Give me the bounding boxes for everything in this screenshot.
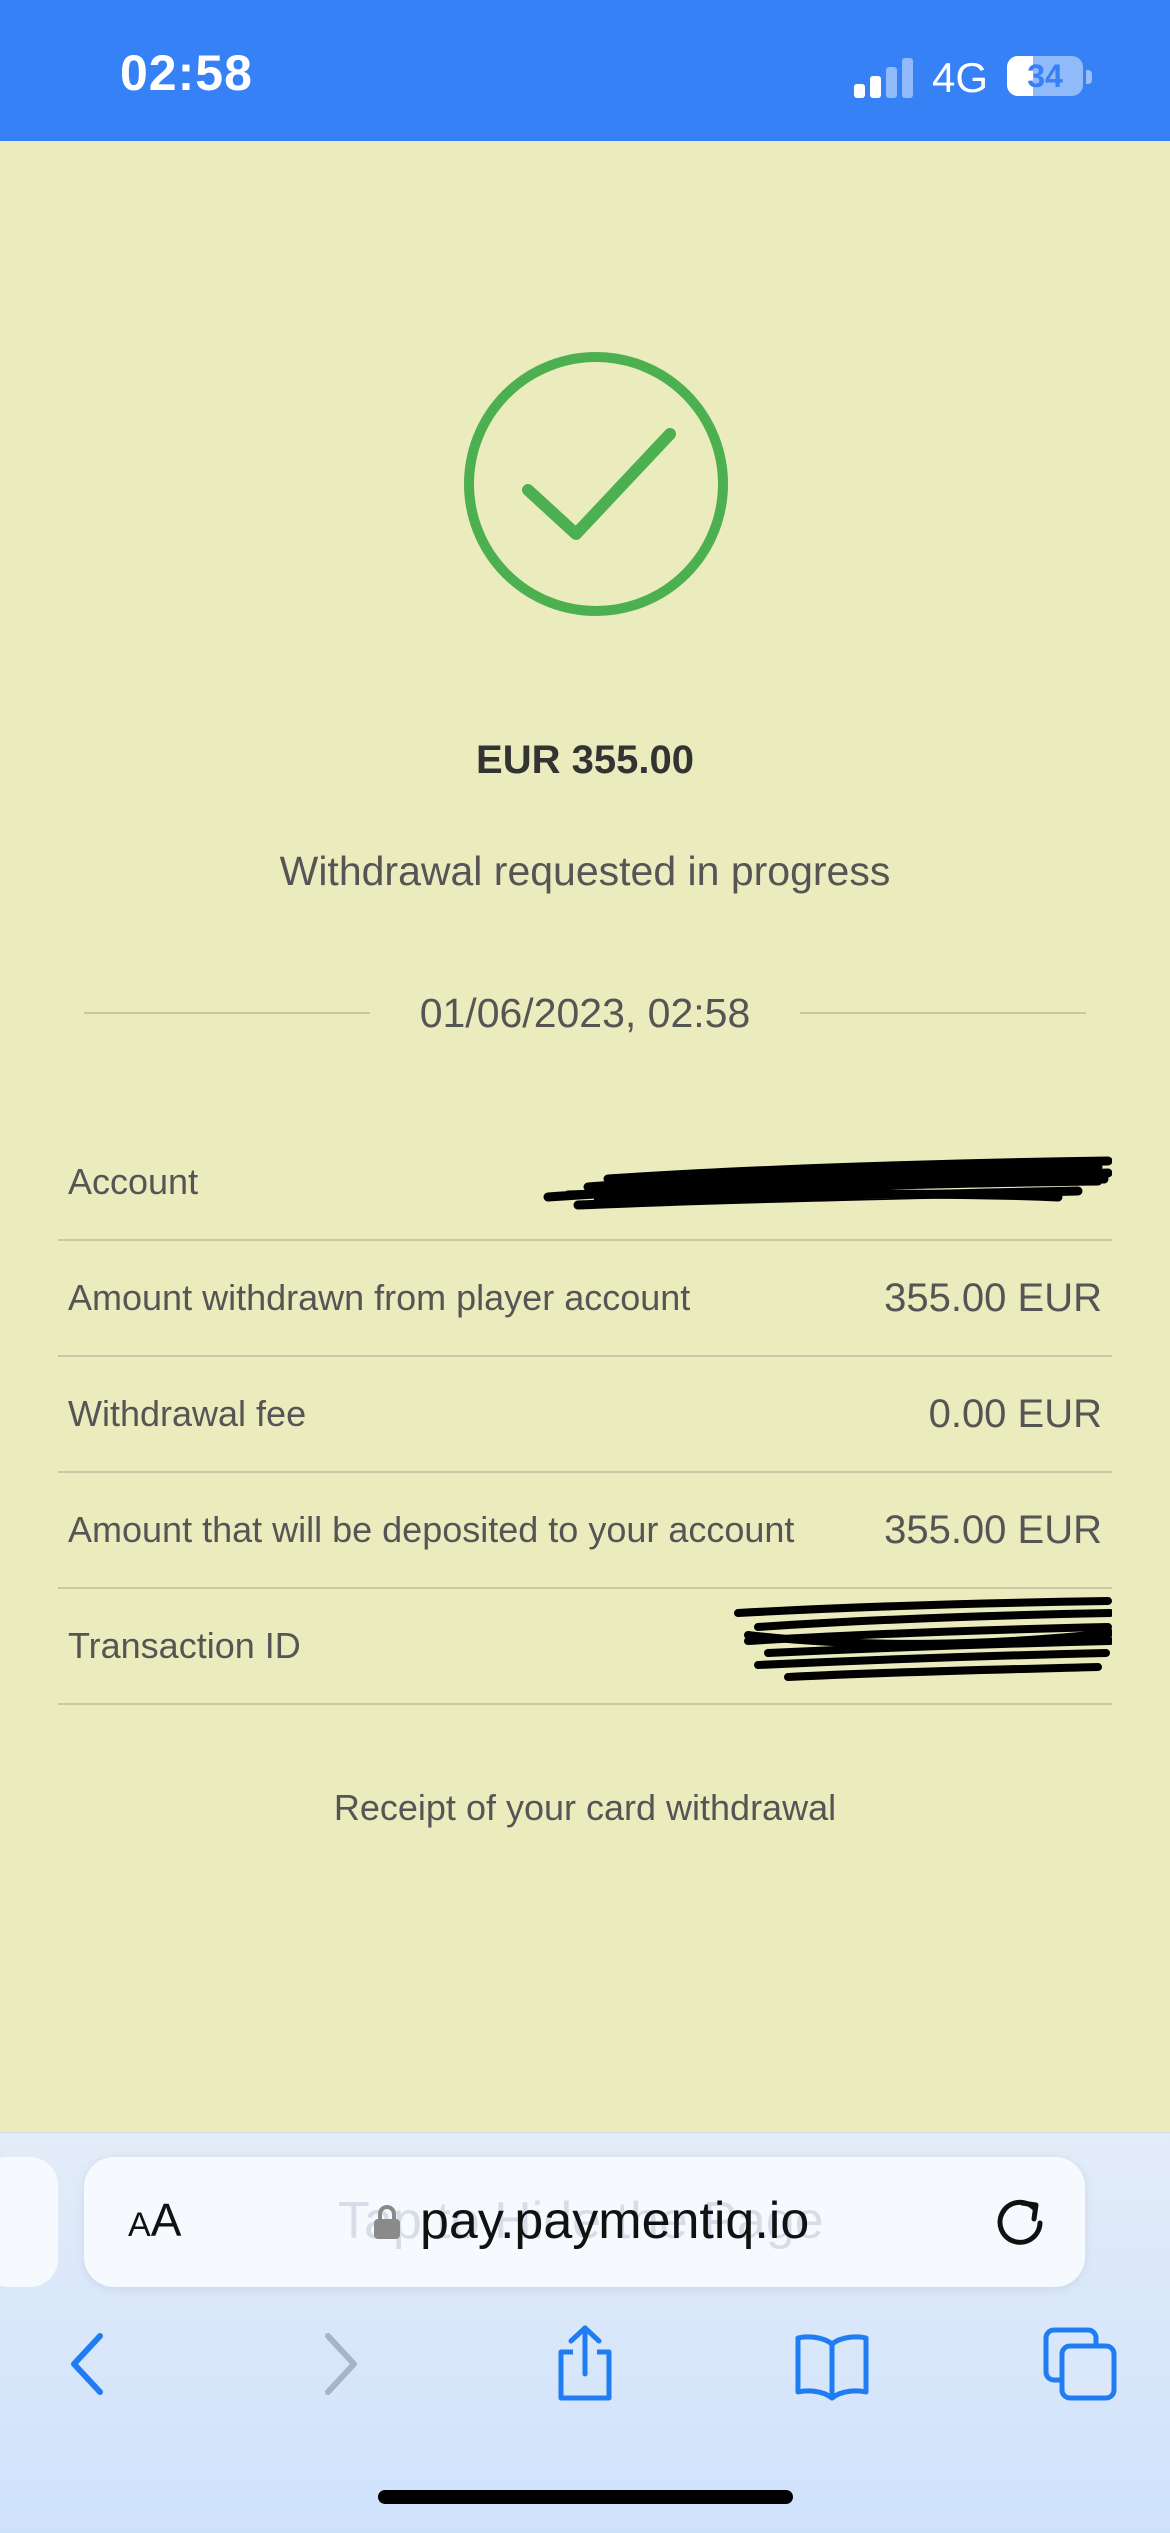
forward-icon[interactable]: [300, 2324, 380, 2404]
bookmarks-icon[interactable]: [792, 2324, 872, 2404]
detail-row-account: Account: [58, 1125, 1112, 1241]
home-indicator[interactable]: [378, 2490, 793, 2504]
address-bar[interactable]: AA Tap to Hide the Page pay.paymentiq.io: [84, 2157, 1085, 2287]
battery-icon: 34: [1007, 56, 1083, 96]
date-divider: 01/06/2023, 02:58: [84, 985, 1086, 1041]
check-circle-icon: [464, 352, 728, 616]
withdrawal-amount: EUR 355.00: [476, 738, 694, 782]
text-size-large-a: A: [150, 2194, 182, 2246]
status-bar: 02:58 4G 34: [0, 0, 1170, 141]
status-time: 02:58: [120, 45, 253, 101]
detail-label: Account: [68, 1161, 199, 1202]
detail-label: Transaction ID: [68, 1625, 301, 1666]
detail-value: 355.00 EUR: [884, 1276, 1102, 1320]
battery-level: 34: [1027, 58, 1063, 94]
detail-row-transaction-id: Transaction ID: [58, 1589, 1112, 1705]
detail-label: Amount that will be deposited to your ac…: [68, 1509, 795, 1550]
receipt-link[interactable]: Receipt of your card withdrawal: [0, 1787, 1170, 1829]
detail-label: Amount withdrawn from player account: [68, 1277, 691, 1318]
text-size-small-a: A: [128, 2206, 151, 2244]
tabs-icon[interactable]: [1040, 2324, 1120, 2404]
cellular-signal-icon: [854, 58, 914, 98]
detail-label: Withdrawal fee: [68, 1393, 307, 1434]
url-text: pay.paymentiq.io: [420, 2192, 810, 2250]
lock-icon: [374, 2205, 400, 2239]
reload-icon[interactable]: [990, 2191, 1050, 2251]
share-icon[interactable]: [545, 2324, 625, 2404]
battery-tip: [1086, 70, 1092, 84]
detail-value: 0.00 EUR: [928, 1392, 1102, 1436]
detail-row-withdrawal-fee: Withdrawal fee 0.00 EUR: [58, 1357, 1112, 1473]
divider-line-right: [800, 1012, 1086, 1014]
back-icon[interactable]: [48, 2324, 128, 2404]
text-size-button[interactable]: AA: [128, 2193, 181, 2247]
redaction-scribble: [543, 1156, 1112, 1210]
detail-row-deposit-amount: Amount that will be deposited to your ac…: [58, 1473, 1112, 1589]
details-table: Account Amount withdrawn from player acc…: [58, 1125, 1112, 1705]
detail-value: 355.00 EUR: [884, 1508, 1102, 1552]
network-type: 4G: [932, 54, 989, 101]
redaction-scribble: [734, 1597, 1112, 1681]
status-message: Withdrawal requested in progress: [279, 848, 891, 894]
previous-tab-preview[interactable]: [0, 2157, 58, 2287]
detail-row-amount-withdrawn: Amount withdrawn from player account 355…: [58, 1241, 1112, 1357]
